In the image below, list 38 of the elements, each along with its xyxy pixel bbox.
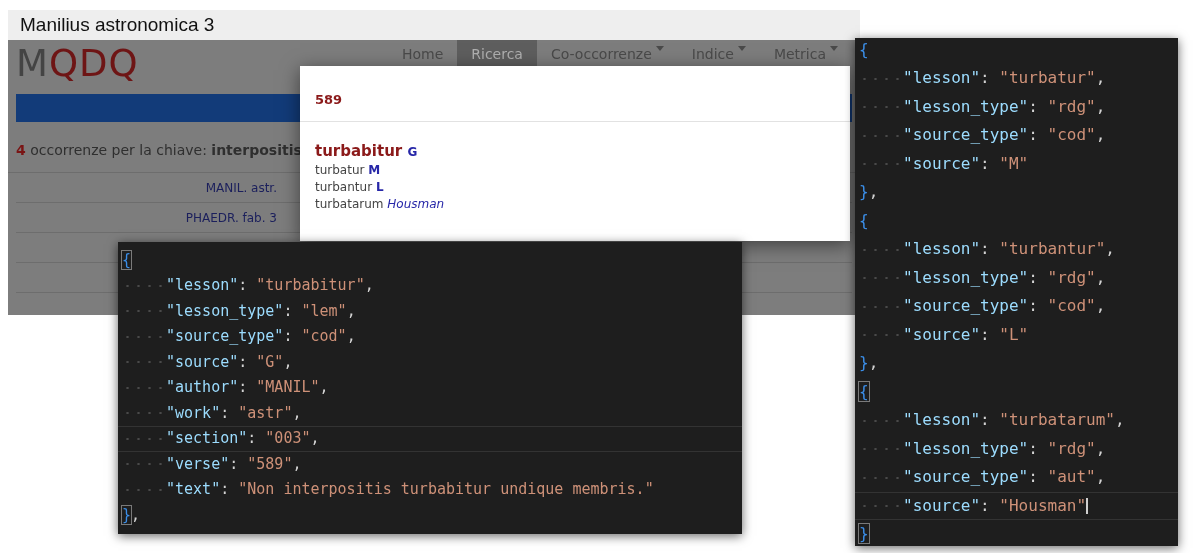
code-line: }, bbox=[858, 181, 880, 203]
code-line: { bbox=[121, 249, 133, 271]
code-line: "lesson_type": "rdg", bbox=[855, 92, 1178, 121]
code-line: "work": "astr", bbox=[118, 400, 742, 427]
code-line: { bbox=[858, 380, 870, 403]
code-line: "verse": "589", bbox=[118, 451, 742, 478]
code-line: "author": "MANIL", bbox=[118, 375, 742, 401]
code-line: } bbox=[858, 523, 870, 545]
reference-link[interactable]: PHAEDR. fab. 3 bbox=[185, 210, 277, 225]
code-line: "section": "003", bbox=[118, 426, 742, 452]
dialog-title: 589 bbox=[300, 66, 850, 122]
code-line: "lesson": "turbatarum", bbox=[855, 406, 1178, 435]
caret-icon bbox=[830, 46, 838, 51]
code-line: "text": "Non interpositis turbabitur undique membris." bbox=[118, 477, 742, 503]
site-logo[interactable]: MQDQ bbox=[16, 40, 139, 88]
code-line: "source_type": "cod", bbox=[855, 292, 1178, 321]
code-line: "source": "L" bbox=[855, 320, 1178, 349]
code-line: "lesson_type": "lem", bbox=[118, 298, 742, 325]
code-line: "lesson_type": "rdg", bbox=[855, 434, 1178, 463]
code-line: { bbox=[858, 38, 870, 61]
reading-entry: turbatarum Housman bbox=[315, 197, 446, 211]
code-line: "source_type": "cod", bbox=[118, 324, 742, 350]
code-line: "lesson_type": "rdg", bbox=[855, 263, 1178, 292]
code-line: "lesson": "turbantur", bbox=[855, 235, 1178, 264]
code-line: "source_type": "aut", bbox=[855, 463, 1178, 492]
caret-icon bbox=[655, 46, 664, 51]
reference-link[interactable]: MANIL. astr. bbox=[205, 180, 277, 195]
code-line: "source": "Housman" bbox=[855, 491, 1178, 520]
code-line: }, bbox=[121, 504, 142, 526]
code-line: "lesson": "turbatur", bbox=[855, 64, 1178, 93]
reading-entry: turbantur L bbox=[315, 180, 385, 194]
code-line: }, bbox=[858, 352, 880, 374]
slide-title: Manilius astronomica 3 bbox=[8, 10, 860, 40]
reading-entry: turbabitur G bbox=[315, 142, 419, 160]
code-line: "lesson": "turbabitur", bbox=[118, 273, 742, 299]
code-line: { bbox=[858, 209, 870, 232]
code-line: "source": "G", bbox=[118, 349, 742, 376]
caret-icon bbox=[737, 46, 746, 51]
